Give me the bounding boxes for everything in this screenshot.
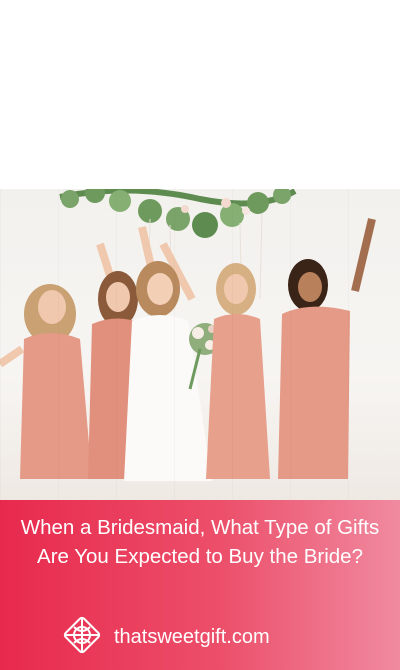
brand-row[interactable]: thatsweetgift.com: [60, 615, 270, 659]
gift-knot-icon: [60, 613, 104, 662]
article-title: When a Bridesmaid, What Type of Gifts Ar…: [20, 516, 380, 568]
bridal-party-photo: [0, 189, 400, 500]
blank-header-area: [0, 0, 400, 189]
site-name: thatsweetgift.com: [114, 625, 270, 648]
wood-wall-texture: [0, 189, 400, 500]
